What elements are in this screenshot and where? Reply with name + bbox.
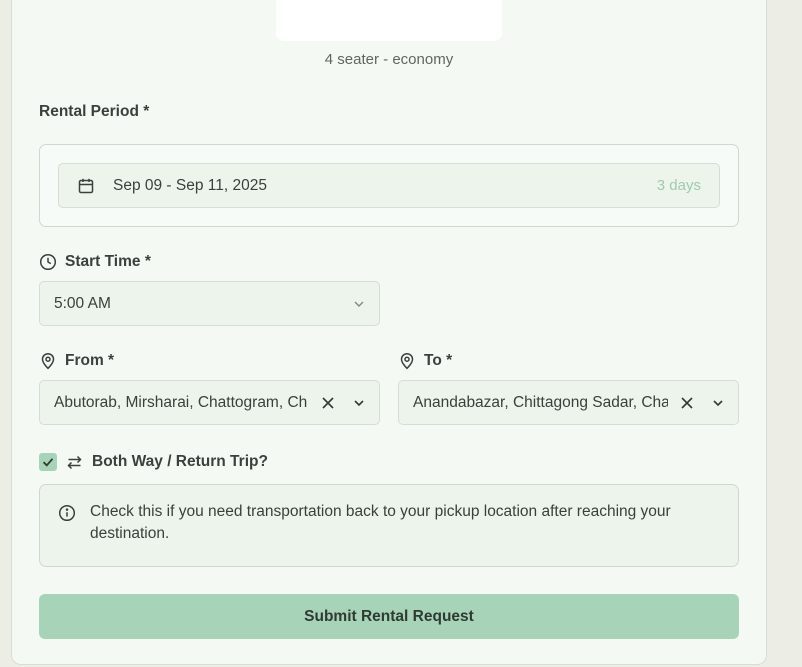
submit-rental-request-button[interactable]: Submit Rental Request [39, 594, 739, 639]
rental-duration: 3 days [656, 177, 701, 194]
start-time-value: 5:00 AM [54, 294, 111, 312]
return-trip-checkbox[interactable] [39, 453, 57, 471]
car-caption: 4 seater - economy [324, 51, 454, 68]
check-icon [42, 458, 54, 467]
car-image [276, 0, 502, 41]
to-location-value: Anandabazar, Chittagong Sadar, Cha [413, 393, 668, 411]
map-pin-icon [398, 352, 416, 370]
from-label: From * [39, 352, 114, 370]
return-trip-row: Both Way / Return Trip? [39, 453, 268, 471]
date-range-value: Sep 09 - Sep 11, 2025 [113, 176, 267, 194]
calendar-icon [77, 177, 95, 195]
from-location-value: Abutorab, Mirsharai, Chattogram, Ch [54, 393, 308, 411]
from-location-select[interactable]: Abutorab, Mirsharai, Chattogram, Ch [39, 380, 380, 425]
swap-arrows-icon [66, 454, 83, 471]
map-pin-icon [39, 352, 57, 370]
rental-period-box: Sep 09 - Sep 11, 2025 3 days [39, 144, 739, 227]
return-trip-info: Check this if you need transportation ba… [39, 484, 739, 567]
close-icon[interactable] [321, 396, 335, 410]
close-icon[interactable] [680, 396, 694, 410]
to-location-select[interactable]: Anandabazar, Chittagong Sadar, Cha [398, 380, 739, 425]
date-range-picker[interactable]: Sep 09 - Sep 11, 2025 3 days [58, 163, 720, 208]
chevron-down-icon[interactable] [353, 397, 365, 409]
info-icon [58, 504, 76, 522]
to-label: To * [398, 352, 452, 370]
chevron-down-icon[interactable] [712, 397, 724, 409]
clock-icon [39, 253, 57, 271]
chevron-down-icon [353, 298, 365, 310]
return-trip-label[interactable]: Both Way / Return Trip? [92, 453, 268, 471]
start-time-select[interactable]: 5:00 AM [39, 281, 380, 326]
start-time-label: Start Time * [39, 253, 151, 271]
rental-period-label: Rental Period * [39, 103, 150, 120]
return-trip-info-text: Check this if you need transportation ba… [90, 503, 671, 542]
